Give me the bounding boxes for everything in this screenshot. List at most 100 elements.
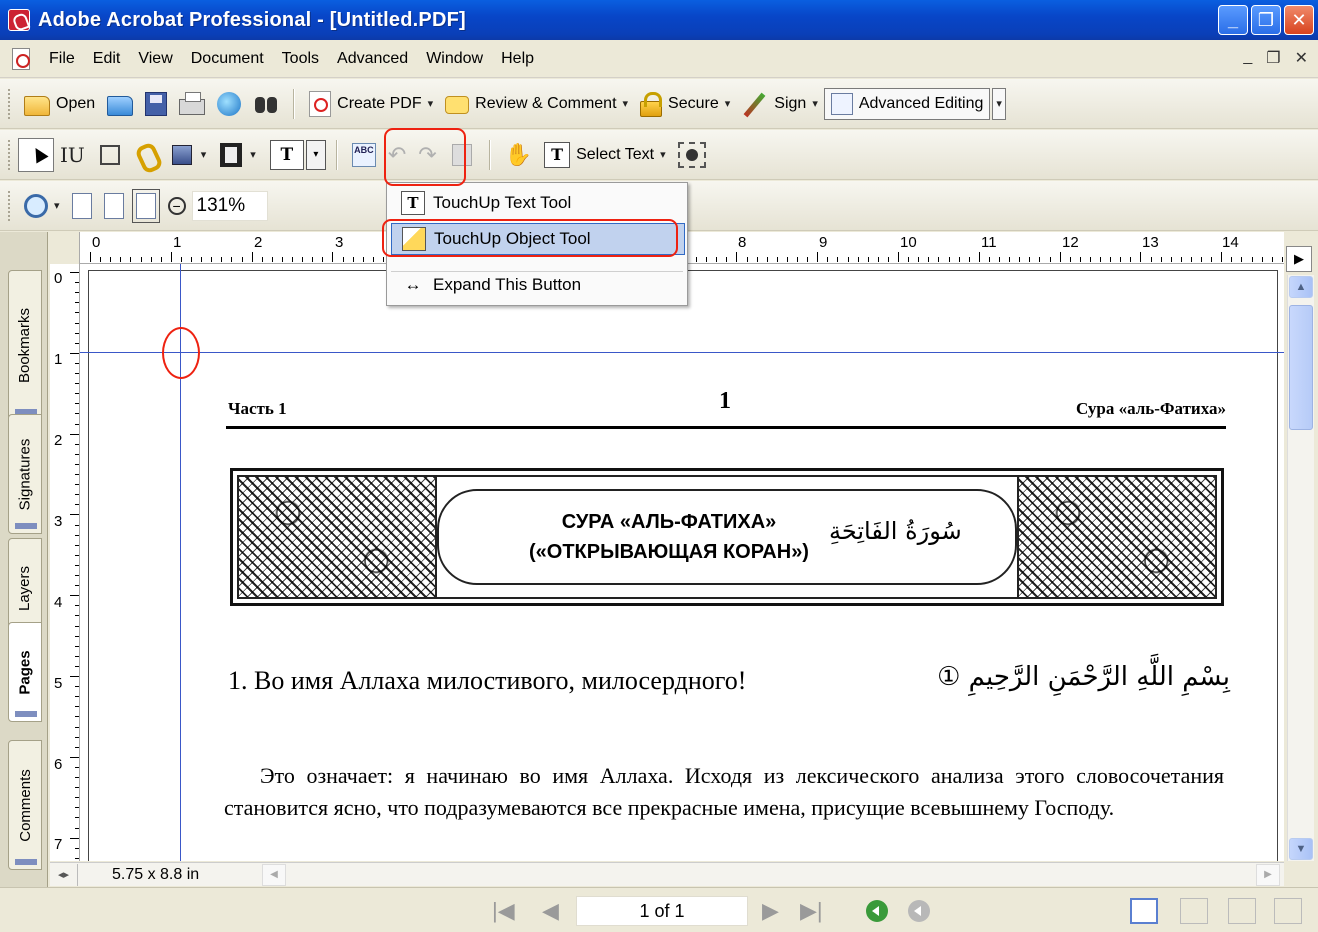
actual-size-button[interactable]: [66, 188, 98, 224]
first-page-icon[interactable]: |◀: [492, 898, 515, 924]
hand-tool-button[interactable]: ✋: [499, 137, 538, 173]
article-tool-button[interactable]: ▾: [163, 137, 213, 173]
chevron-down-icon[interactable]: ▾: [725, 97, 731, 110]
vertical-ruler[interactable]: 0 1 2 3 4 5 6 7: [50, 264, 80, 861]
chevron-down-icon[interactable]: ▾: [660, 148, 666, 161]
spell-check-button[interactable]: ABC: [346, 137, 382, 173]
email-button[interactable]: [211, 86, 247, 122]
continuous-layout-icon[interactable]: [1180, 898, 1208, 924]
ruler-tick: [736, 252, 738, 262]
menu-item-touchup-text-tool[interactable]: T TouchUp Text Tool: [391, 187, 685, 219]
menu-edit[interactable]: Edit: [84, 50, 130, 68]
tab-bookmarks[interactable]: Bookmarks: [8, 270, 42, 420]
ruler-arrow-right-icon[interactable]: ▶: [1286, 246, 1312, 272]
doc-close-button[interactable]: ✕: [1295, 48, 1308, 68]
tab-signatures[interactable]: Signatures: [8, 414, 42, 534]
chevron-down-icon[interactable]: ▾: [812, 97, 818, 110]
zoom-input[interactable]: 131%: [191, 190, 268, 221]
select-text-button[interactable]: T Select Text ▾: [538, 137, 672, 173]
review-comment-button[interactable]: Review & Comment ▾: [439, 86, 634, 122]
fit-width-button[interactable]: [130, 188, 162, 224]
spell-check-icon: ABC: [351, 142, 376, 167]
menu-window[interactable]: Window: [417, 50, 492, 68]
fit-page-button[interactable]: [98, 188, 130, 224]
single-page-layout-icon[interactable]: [1130, 898, 1158, 924]
link-tool-button[interactable]: [129, 137, 163, 173]
crop-tool-button[interactable]: [91, 137, 129, 173]
open-button[interactable]: Open: [18, 86, 101, 122]
search-button[interactable]: [247, 86, 285, 122]
close-button[interactable]: ✕: [1284, 5, 1314, 35]
menu-tools[interactable]: Tools: [273, 50, 328, 68]
next-page-icon[interactable]: ▶: [762, 898, 779, 924]
doc-minimize-button[interactable]: _: [1243, 48, 1252, 68]
ruler-tick: [201, 257, 203, 262]
ruler-tick: [928, 257, 930, 262]
advanced-editing-dropdown[interactable]: ▾: [992, 87, 1006, 120]
document-icon[interactable]: [12, 47, 30, 70]
menu-help[interactable]: Help: [492, 50, 543, 68]
tab-comments[interactable]: Comments: [8, 740, 42, 870]
go-back-icon[interactable]: [866, 900, 888, 922]
scroll-left-icon[interactable]: ◀: [262, 863, 286, 886]
ruler-tick: [322, 257, 324, 262]
touchup-dropdown-button[interactable]: ▾: [305, 139, 326, 170]
menu-file[interactable]: File: [40, 50, 84, 68]
touchup-text-icon[interactable]: T: [269, 139, 304, 170]
scroll-thumb[interactable]: [1289, 305, 1313, 430]
zoom-in-tool-button[interactable]: ▾: [18, 188, 66, 224]
acrobat-app-icon[interactable]: [8, 9, 30, 31]
menu-advanced[interactable]: Advanced: [328, 50, 417, 68]
secure-button[interactable]: Secure ▾: [634, 86, 736, 122]
page-number-field[interactable]: 1 of 1: [576, 896, 748, 926]
sign-button[interactable]: Sign ▾: [736, 86, 824, 122]
movie-tool-button[interactable]: ▾: [212, 137, 262, 173]
chevron-down-icon[interactable]: ▾: [623, 97, 629, 110]
menu-view[interactable]: View: [129, 50, 181, 68]
advanced-editing-button[interactable]: Advanced Editing: [823, 87, 991, 120]
restore-button[interactable]: ❐: [1251, 5, 1281, 35]
document-view[interactable]: Часть 1 1 Сура «аль-Фатиха» СУРА «АЛЬ-ФА…: [80, 264, 1284, 861]
continuous-facing-layout-icon[interactable]: [1274, 898, 1302, 924]
horizontal-guide[interactable]: [80, 352, 1284, 353]
menu-document[interactable]: Document: [182, 50, 273, 68]
tab-pages[interactable]: Pages: [8, 622, 42, 722]
last-page-icon[interactable]: ▶|: [800, 898, 823, 924]
go-forward-icon[interactable]: [908, 900, 930, 922]
organizer-button[interactable]: [101, 86, 139, 122]
create-pdf-button[interactable]: Create PDF ▾: [303, 86, 439, 122]
scroll-right-icon[interactable]: ▶: [1256, 863, 1280, 886]
chevron-down-icon[interactable]: ▾: [54, 199, 60, 212]
toolbar-grip[interactable]: [8, 88, 12, 119]
highlight-annotation-object-tool: [382, 219, 678, 257]
ruler-tick: [1049, 257, 1051, 262]
menu-item-expand-button[interactable]: ↔ Expand This Button: [391, 269, 685, 301]
chevron-down-icon[interactable]: ▾: [201, 148, 207, 161]
ruler-number: 2: [254, 234, 263, 251]
previous-page-icon[interactable]: ◀: [542, 898, 559, 924]
toolbar-grip[interactable]: [8, 139, 12, 170]
chevron-down-icon[interactable]: ▾: [250, 148, 256, 161]
scroll-up-icon[interactable]: ▲: [1289, 276, 1313, 298]
select-tool-button[interactable]: [18, 137, 54, 172]
zoom-out-button[interactable]: −: [162, 188, 192, 224]
ruler-tick: [786, 257, 788, 262]
toolbar-grip[interactable]: [8, 190, 12, 221]
minimize-button[interactable]: _: [1218, 5, 1248, 35]
save-button[interactable]: [139, 86, 173, 122]
split-handle-icon[interactable]: ◂▸: [50, 863, 78, 886]
print-button[interactable]: [173, 86, 211, 122]
snapshot-button[interactable]: [672, 137, 712, 173]
ruler-number: 3: [335, 234, 344, 251]
facing-layout-icon[interactable]: [1228, 898, 1256, 924]
chevron-down-icon[interactable]: ▾: [428, 97, 434, 110]
doc-restore-button[interactable]: ❐: [1266, 48, 1280, 68]
vertical-scrollbar[interactable]: ▲ ▼: [1287, 275, 1314, 861]
ruler-tick: [857, 257, 859, 262]
ruler-tick: [776, 257, 778, 262]
scroll-down-icon[interactable]: ▼: [1289, 838, 1313, 860]
ruler-number: 4: [54, 594, 63, 611]
touchup-tool-button[interactable]: T ▾: [268, 137, 328, 173]
arrow-cursor-icon: [23, 142, 49, 168]
text-cursor-tool-button[interactable]: IU: [54, 137, 91, 173]
